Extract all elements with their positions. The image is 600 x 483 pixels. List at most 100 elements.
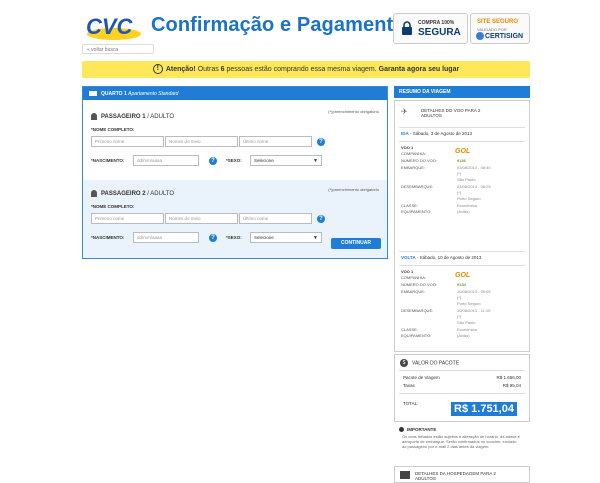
passenger-type: ADULTO <box>150 114 175 121</box>
emb-terminal: (*) <box>457 171 462 176</box>
important-header: IMPORTANTE <box>399 427 437 433</box>
required-note: (*)preenchimento obrigatório <box>328 187 379 192</box>
last-name-input[interactable]: Último nome <box>239 213 312 224</box>
page-title: Confirmação e Pagamento <box>151 14 406 36</box>
birth-label: *NASCIMENTO: <box>91 158 125 163</box>
des-city: Porto Seguro <box>457 196 481 201</box>
room-type: Apartamento Standard <box>128 91 179 97</box>
person-icon <box>91 190 97 197</box>
des-city: São Paulo <box>457 320 476 325</box>
passenger-title: PASSAGEIRO 1 / ADULTO <box>91 113 174 120</box>
help-icon[interactable]: ? <box>317 215 325 223</box>
logo-text: CVC <box>86 14 134 39</box>
sidebar-header: RESUMO DA VIAGEM <box>394 86 530 98</box>
help-icon[interactable]: ? <box>317 138 325 146</box>
divider <box>399 370 525 371</box>
certisign-badge: SITE SEGURO VALIDADO POR CERTISIGN <box>470 13 530 44</box>
price-head-text: VALOR DO PACOTE <box>412 360 460 367</box>
cvc-logo[interactable]: CVC <box>84 13 141 41</box>
gol-logo: GOL <box>455 148 471 155</box>
leg-title: IDA - Sábado, 3 de Agosto de 2013 <box>401 131 472 136</box>
flightno-value: 9154 <box>457 282 466 287</box>
help-icon[interactable]: ? <box>209 234 217 242</box>
attention-text1: Outras <box>195 66 221 73</box>
hotel-icon <box>400 471 410 479</box>
divider <box>399 127 525 128</box>
voo-label: VOO 1 <box>401 145 414 150</box>
important-text: Os voos fretados estão sujeitos à altera… <box>402 434 520 449</box>
total-label: TOTAL: <box>403 401 419 406</box>
flight-details-box: ✈ DETALHES DO VOO PARA 2 ADULTOS IDA - S… <box>394 100 530 352</box>
flightno-label: NÚMERO DO VOO: <box>401 282 438 287</box>
emb-label: EMBARQUE: <box>401 165 426 170</box>
help-icon[interactable]: ? <box>209 157 217 165</box>
sex-select[interactable]: Selecione ▼ <box>250 232 322 243</box>
passenger-form-panel: QUARTO 1 Apartamento Standard PASSAGEIRO… <box>82 86 388 259</box>
equip-value: (Avião) <box>457 333 470 338</box>
page: CVC Confirmação e Pagamento « voltar bus… <box>0 0 600 483</box>
class-value: Econômica <box>457 327 477 332</box>
des-label: DESEMBARQUE: <box>401 184 434 189</box>
tax-value: R$ 95,04 <box>502 383 521 388</box>
sex-select-value: Selecione <box>254 235 274 240</box>
package-label: Pacote de Viagem <box>403 375 440 380</box>
price-header: $ VALOR DO PACOTE <box>400 359 459 367</box>
company-label: COMPANHIA: <box>401 151 427 156</box>
room-label: QUARTO 1 <box>101 91 127 97</box>
equip-label: EQUIPAMENTO: <box>401 333 432 338</box>
birth-date-input[interactable]: dd/mm/aaaa <box>133 155 199 166</box>
first-name-input[interactable]: Primeiro nome <box>91 136 164 147</box>
last-name-input[interactable]: Último nome <box>239 136 312 147</box>
leg-title: VOLTA - Sábado, 10 de Agosto de 2013 <box>401 255 481 260</box>
secure-line1: COMPRA 100% <box>418 20 455 26</box>
leg-direction: IDA <box>401 131 409 136</box>
company-label: COMPANHIA: <box>401 275 427 280</box>
info-icon <box>399 427 404 433</box>
chevron-down-icon: ▼ <box>313 158 318 164</box>
equip-value: (Avião) <box>457 209 470 214</box>
des-label: DESEMBARQUE: <box>401 308 434 313</box>
birth-date-input[interactable]: dd/mm/aaaa <box>133 232 199 243</box>
chevron-down-icon: ▼ <box>313 235 318 241</box>
person-icon <box>91 113 97 120</box>
attention-bar: ! Atenção! Outras 6 pessoas estão compran… <box>82 61 530 78</box>
flightno-value: 9156 <box>457 158 466 163</box>
leg-date: - Sábado, 10 de Agosto de 2013 <box>415 255 482 260</box>
lodging-box: DETALHES DA HOSPEDAGEM PARA 2 ADULTOS <box>394 466 530 483</box>
trip-summary-sidebar: RESUMO DA VIAGEM ✈ DETALHES DO VOO PARA … <box>394 86 530 483</box>
emb-city: São Paulo <box>457 177 476 182</box>
first-name-input[interactable]: Primeiro nome <box>91 213 164 224</box>
passenger-title: PASSAGEIRO 2 / ADULTO <box>91 190 174 197</box>
des-time: 03/08/2013 - 08:25 <box>457 184 491 189</box>
emb-label: EMBARQUE: <box>401 289 426 294</box>
emb-time: 03/08/2013 - 08:40 <box>457 165 491 170</box>
emb-city: Porto Seguro <box>457 301 481 306</box>
flightno-label: NÚMERO DO VOO: <box>401 158 438 163</box>
attention-prefix: Atenção! <box>165 66 196 73</box>
secure-purchase-badge: COMPRA 100% SEGURA <box>393 13 468 44</box>
leg-direction: VOLTA <box>401 255 416 260</box>
sex-label: *SEXO: <box>226 235 242 240</box>
passenger-number: PASSAGEIRO 2 <box>101 191 146 198</box>
class-label: CLASSE: <box>401 203 418 208</box>
important-head-text: IMPORTANTE <box>407 427 437 432</box>
lodging-title[interactable]: DETALHES DA HOSPEDAGEM PARA 2 ADULTOS <box>415 471 515 481</box>
bed-icon <box>89 91 97 97</box>
package-value: R$ 1.656,00 <box>496 375 521 380</box>
required-note: (*)preenchimento obrigatório <box>328 109 379 114</box>
divider <box>399 393 525 394</box>
voo-label: VOO 1 <box>401 269 414 274</box>
back-to-search-link[interactable]: « voltar busca <box>82 44 154 54</box>
continue-button[interactable]: CONTINUAR <box>331 238 381 249</box>
divider <box>399 251 525 252</box>
middle-name-input[interactable]: Nomes do meio <box>165 213 238 224</box>
plane-icon: ✈ <box>401 107 408 116</box>
cert-line3: CERTISIGN <box>485 33 524 40</box>
room-header: QUARTO 1 Apartamento Standard <box>83 87 387 100</box>
divider <box>399 141 525 142</box>
sex-select[interactable]: Selecione ▼ <box>250 155 322 166</box>
middle-name-input[interactable]: Nomes do meio <box>165 136 238 147</box>
check-icon <box>476 32 484 40</box>
secure-line2: SEGURA <box>418 27 461 38</box>
sex-label: *SEXO: <box>226 158 242 163</box>
